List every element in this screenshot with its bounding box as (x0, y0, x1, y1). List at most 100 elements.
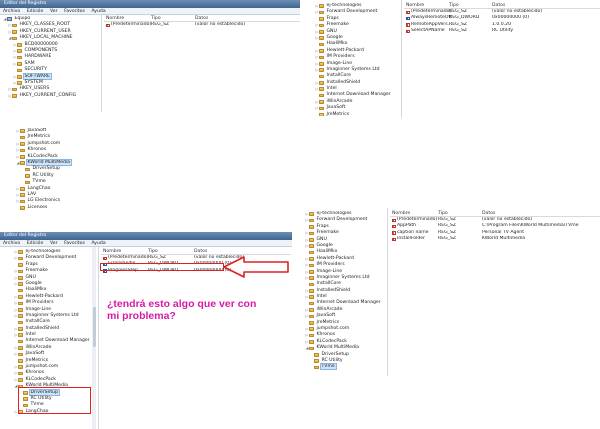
value-row-predeterminado[interactable]: (Predeterminado) REG_SZ (valor no establec… (104, 22, 300, 28)
tree-node-tvme[interactable]: TVme (305, 363, 385, 371)
tree-node-label: Hewlett-Packard (25, 293, 63, 299)
folder-icon (18, 288, 23, 293)
tree-node-licenses[interactable]: Licenses (16, 205, 104, 211)
column-header-type[interactable]: Tipo (151, 15, 161, 22)
tree-node-label: COMPONENTS (24, 47, 58, 53)
tree-node-label: JavaSoft (27, 128, 47, 133)
column-header-data[interactable]: Datos (194, 248, 207, 255)
tree-node-label: SAM (24, 60, 35, 66)
tree-node-label: LG Electronics (27, 198, 61, 204)
menu-ayuda[interactable]: Ayuda (91, 8, 105, 14)
tree-scrollbar[interactable] (92, 247, 96, 429)
tree-node-label: GNU (316, 236, 327, 242)
menu-edicion[interactable]: Edición (27, 240, 44, 246)
menu-ver[interactable]: Ver (50, 8, 58, 14)
folder-icon (309, 321, 314, 325)
folder-icon (17, 74, 22, 79)
folder-icon (309, 269, 314, 274)
tree-node-label: IM Providers (326, 54, 355, 60)
tree-node-label: JreMetrics (25, 357, 49, 363)
tree-node-label: Khronos (25, 370, 45, 376)
folder-icon (314, 352, 319, 357)
tree-node-label: JavaSoft (316, 313, 336, 319)
tree-node-label: Hewlett-Packard (316, 255, 354, 261)
folder-icon (309, 314, 314, 319)
tree-node-label: JreMetrics (316, 319, 340, 325)
menu-bar: Archivo Edición Ver Favoritos Ayuda (0, 8, 300, 15)
tree-node-label: Forward Development (316, 217, 368, 223)
folder-icon (20, 161, 25, 165)
pane-splitter[interactable] (401, 0, 402, 118)
key-tree: ▷ JavaSoft JreMetrics ▷ jumpshot.com ▷ Khronos… (16, 128, 104, 214)
tree-node-hkey-current-config[interactable]: ▷ HKEY_CURRENT_CONFIG (3, 93, 99, 99)
scrollbar-thumb[interactable] (92, 307, 96, 347)
folder-icon (12, 23, 17, 28)
folder-icon (309, 301, 314, 306)
tree-node-label: HaaliMkx (25, 287, 47, 293)
folder-icon (18, 295, 23, 299)
folder-icon (319, 42, 324, 47)
folder-icon (309, 282, 314, 287)
tree-node-label: GNU (25, 274, 36, 280)
tree-node-label: Google (326, 34, 343, 40)
value-row-installfolder[interactable]: InstallFolder REG_SZ KWorld Multimedia (390, 236, 600, 242)
menu-favoritos[interactable]: Favoritos (64, 240, 85, 246)
folder-icon (18, 371, 23, 376)
menu-favoritos[interactable]: Favoritos (64, 8, 85, 14)
folder-icon (20, 148, 25, 153)
column-header-type[interactable]: Tipo (148, 248, 158, 255)
folder-icon (18, 282, 23, 286)
value-row-selectapname[interactable]: SelectAPName REG_SZ RC Utility (404, 28, 600, 34)
column-header-name[interactable]: Nombre (392, 210, 410, 217)
menu-archivo[interactable]: Archivo (3, 8, 20, 14)
folder-icon (319, 113, 324, 116)
folder-icon (319, 61, 324, 66)
column-header-data[interactable]: Datos (482, 210, 495, 217)
pane-splitter[interactable] (98, 247, 99, 429)
folder-icon (20, 186, 25, 191)
column-header-data[interactable]: Datos (195, 15, 208, 22)
menu-ver[interactable]: Ver (50, 240, 58, 246)
folder-icon (309, 257, 314, 261)
folder-icon (309, 263, 314, 268)
folder-icon (18, 339, 23, 344)
folder-icon (18, 352, 23, 357)
folder-icon (309, 333, 314, 338)
column-header-name[interactable]: Nombre (406, 2, 424, 9)
tree-node-label: SECURITY (24, 67, 48, 73)
pane-splitter[interactable] (101, 15, 102, 112)
tree-node-label: ej-technologies (326, 3, 362, 8)
value-type: REG_SZ (151, 22, 170, 27)
tree-node-label: ej-technologies (25, 249, 61, 254)
column-header-name[interactable]: Nombre (106, 15, 124, 22)
folder-icon (18, 333, 23, 338)
pane-splitter[interactable] (387, 208, 388, 376)
tree-node-jremetrics[interactable]: JreMetrics (315, 112, 399, 116)
folder-icon (18, 314, 23, 318)
window-title: Editor del Registro (0, 0, 300, 8)
menu-ayuda[interactable]: Ayuda (91, 240, 105, 246)
column-header-name[interactable]: Nombre (103, 248, 121, 255)
value-highlight-box (100, 263, 224, 271)
folder-icon (25, 167, 30, 172)
column-header-type[interactable]: Tipo (449, 2, 459, 9)
folder-icon (319, 36, 324, 40)
menu-edicion[interactable]: Edición (27, 8, 44, 14)
tree-node-label: Khronos (27, 147, 47, 153)
column-header-data[interactable]: Datos (492, 2, 505, 9)
tree-highlight-box (18, 387, 91, 414)
value-type: REG_SZ (438, 236, 457, 242)
folder-icon (309, 225, 314, 229)
tree-node-label: InstallCore (326, 73, 351, 79)
menu-archivo[interactable]: Archivo (3, 240, 20, 246)
column-header-type[interactable]: Tipo (438, 210, 448, 217)
tree-node-label: jumpshot.com (316, 326, 350, 332)
folder-icon (20, 199, 25, 204)
tree-node-label: Intel (326, 86, 337, 92)
regedit-window-1: Editor del Registro Archivo Edición Ver … (0, 0, 300, 112)
tree-node-label: Fraps (25, 261, 38, 267)
tree-node-label: SYSTEM (24, 79, 43, 85)
folder-icon (18, 269, 23, 274)
tree-node-label: Freemake (326, 22, 349, 28)
tree-node-label: HKEY_CLASSES_ROOT (19, 22, 71, 28)
